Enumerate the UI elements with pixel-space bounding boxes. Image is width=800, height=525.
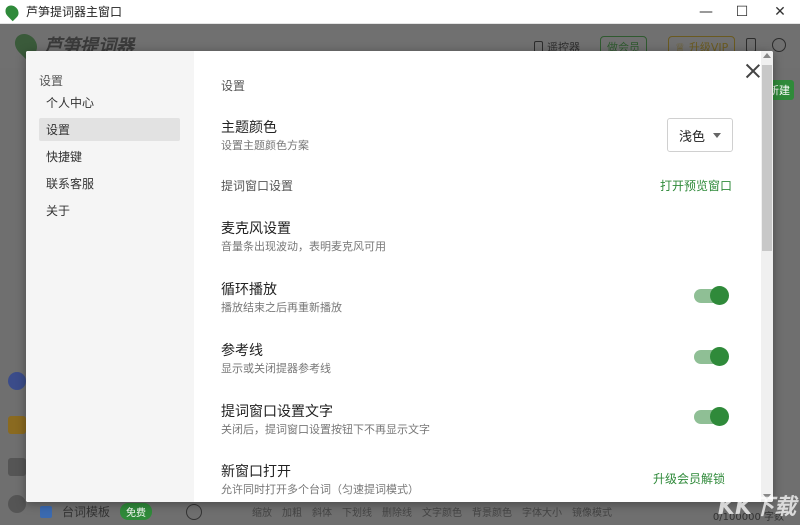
loop-title: 循环播放 <box>221 282 277 298</box>
theme-title: 主题颜色 <box>221 120 277 136</box>
theme-select-value: 浅色 <box>679 129 706 145</box>
mic-desc: 音量条出现波动，表明麦克风可用 <box>221 240 386 253</box>
tool-text-color[interactable]: 文字颜色 <box>422 504 462 519</box>
template-icon <box>40 505 52 518</box>
nav-item-shortcuts[interactable]: 快捷键 <box>39 145 180 168</box>
prompter-section-label: 提词窗口设置 <box>221 179 294 193</box>
mic-title: 麦克风设置 <box>221 221 291 237</box>
newwin-title: 新窗口打开 <box>221 464 291 480</box>
theme-select[interactable]: 浅色 <box>667 118 733 152</box>
tool-zoom[interactable]: 缩放 <box>252 504 272 519</box>
settings-sidebar: 设置 个人中心 设置 快捷键 联系客服 关于 <box>26 51 194 502</box>
tool-underline[interactable]: 下划线 <box>342 504 372 519</box>
toggle-knob <box>710 407 729 426</box>
watermark: KK下载 <box>717 495 796 520</box>
settings-gear-icon[interactable] <box>8 495 26 513</box>
tool-strikethrough[interactable]: 删除线 <box>382 504 412 519</box>
scrollbar[interactable] <box>761 51 773 502</box>
guide-desc: 显示或关闭提器参考线 <box>221 362 331 375</box>
maximize-button[interactable]: ☐ <box>724 0 760 24</box>
nav-item-support[interactable]: 联系客服 <box>39 172 180 195</box>
loop-desc: 播放结束之后再重新播放 <box>221 301 342 314</box>
close-window-button[interactable]: ✕ <box>762 0 798 24</box>
tool-bold[interactable]: 加粗 <box>282 504 302 519</box>
history-icon[interactable] <box>186 503 203 520</box>
text-toggle[interactable] <box>694 407 729 426</box>
user-icon[interactable] <box>8 372 26 390</box>
section-title: 设置 <box>221 79 246 93</box>
app-logo-icon <box>2 2 22 21</box>
sidebar-title: 设置 <box>39 74 64 88</box>
guide-toggle[interactable] <box>694 347 729 366</box>
text-desc: 关闭后，提词窗口设置按钮下不再显示文字 <box>221 423 430 436</box>
crown-side-icon[interactable] <box>8 416 26 434</box>
template-label[interactable]: 台词模板 <box>62 503 110 520</box>
settings-dialog: 设置 个人中心 设置 快捷键 联系客服 关于 设置 主题颜色 设置主题颜色方案 … <box>26 51 773 502</box>
nav-item-about[interactable]: 关于 <box>39 199 180 222</box>
text-title: 提词窗口设置文字 <box>221 404 333 420</box>
nav-item-settings[interactable]: 设置 <box>39 118 180 141</box>
gift-icon[interactable] <box>8 458 26 476</box>
scroll-thumb[interactable] <box>762 65 772 251</box>
tool-mirror[interactable]: 镜像模式 <box>572 504 612 519</box>
bottom-toolbar: 台词模板 免费 缩放 加粗 斜体 下划线 删除线 文字颜色 背景颜色 字体大小 … <box>40 498 800 525</box>
toggle-knob <box>710 286 729 305</box>
phone-icon[interactable] <box>746 38 756 52</box>
tool-bg-color[interactable]: 背景颜色 <box>472 504 512 519</box>
window-title: 芦笋提词器主窗口 <box>26 5 123 19</box>
chevron-down-icon <box>713 132 722 138</box>
loop-toggle[interactable] <box>694 286 729 305</box>
scroll-up-arrow-icon[interactable] <box>763 53 771 58</box>
tool-font-size[interactable]: 字体大小 <box>522 504 562 519</box>
settings-content: 设置 主题颜色 设置主题颜色方案 浅色 提词窗口设置 打开预览窗口 麦克风设置 … <box>194 51 761 502</box>
upgrade-member-link[interactable]: 升级会员解锁 <box>653 470 725 487</box>
newwin-desc: 允许同时打开多个台词（匀速提词模式） <box>221 483 419 496</box>
tool-italic[interactable]: 斜体 <box>312 504 332 519</box>
toggle-knob <box>710 347 729 366</box>
free-badge: 免费 <box>120 503 153 520</box>
minimize-button[interactable]: — <box>688 0 724 24</box>
guide-title: 参考线 <box>221 343 263 359</box>
close-icon[interactable] <box>745 63 761 79</box>
open-preview-link[interactable]: 打开预览窗口 <box>660 177 732 194</box>
nav-item-profile[interactable]: 个人中心 <box>39 91 180 114</box>
theme-desc: 设置主题颜色方案 <box>221 139 309 152</box>
window-titlebar: 芦笋提词器主窗口 — ☐ ✕ <box>0 0 800 24</box>
help-icon[interactable] <box>772 38 786 52</box>
